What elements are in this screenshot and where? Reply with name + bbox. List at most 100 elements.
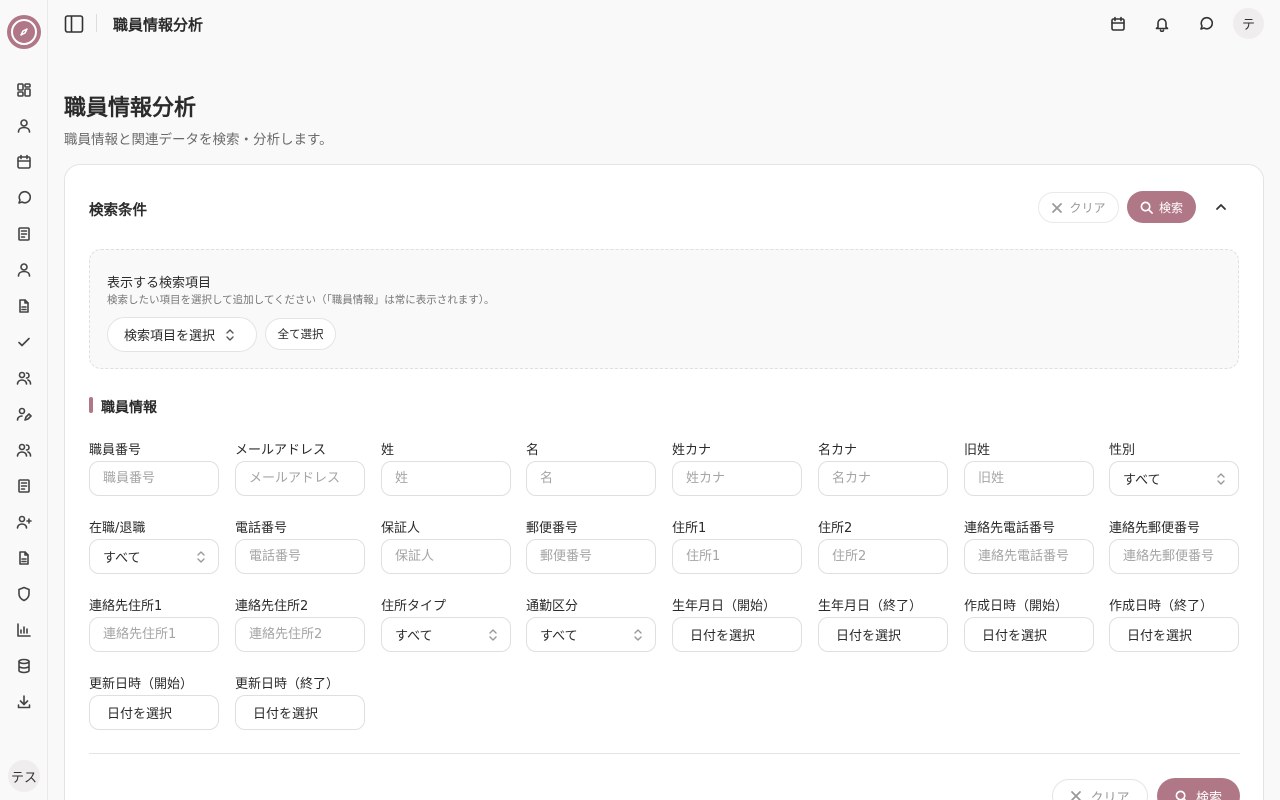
- text-input[interactable]: [672, 461, 802, 496]
- collapse-button[interactable]: [1211, 197, 1231, 217]
- user-icon[interactable]: [14, 116, 34, 136]
- date-picker[interactable]: 日付を選択: [964, 617, 1094, 652]
- sidebar-toggle-icon[interactable]: [64, 14, 84, 34]
- clear-button[interactable]: クリア: [1038, 192, 1119, 223]
- text-input[interactable]: [89, 461, 219, 496]
- user-icon[interactable]: [14, 260, 34, 280]
- search-field: 職員番号: [89, 439, 219, 496]
- page-subtitle: 職員情報と関連データを検索・分析します。: [64, 132, 333, 148]
- field-label: 保証人: [381, 521, 421, 536]
- shield-icon[interactable]: [14, 584, 34, 604]
- chart-icon[interactable]: [14, 620, 34, 640]
- app-logo[interactable]: [7, 15, 41, 49]
- search-field: 更新日時（開始） 日付を選択: [89, 673, 219, 730]
- text-input[interactable]: [235, 617, 365, 652]
- search-button-label: 検索: [1195, 790, 1222, 800]
- display-items-title: 表示する検索項目: [107, 276, 212, 291]
- field-label: 名カナ: [818, 443, 858, 458]
- date-picker[interactable]: 日付を選択: [89, 695, 219, 730]
- field-label: 通勤区分: [526, 599, 579, 614]
- display-items-description: 検索したい項目を選択して追加してください（「職員情報」は常に表示されます）。: [107, 294, 495, 306]
- field-label: 連絡先電話番号: [964, 521, 1056, 536]
- date-picker[interactable]: 日付を選択: [818, 617, 948, 652]
- text-input[interactable]: [235, 539, 365, 574]
- field-label: 連絡先住所1: [89, 599, 163, 614]
- calendar-icon[interactable]: [14, 152, 34, 172]
- clear-button-label: クリア: [1069, 201, 1106, 215]
- field-label: 姓カナ: [672, 443, 712, 458]
- search-button[interactable]: 検索: [1157, 778, 1240, 800]
- user-avatar[interactable]: テ: [1233, 8, 1264, 39]
- compass-icon: [11, 19, 37, 45]
- field-label: 郵便番号: [526, 521, 579, 536]
- bell-icon[interactable]: [1150, 12, 1174, 36]
- page-title: 職員情報分析: [64, 96, 197, 121]
- chevron-up-down-icon: [225, 328, 235, 342]
- select-dropdown[interactable]: すべて: [89, 539, 219, 574]
- check-icon[interactable]: [14, 332, 34, 352]
- field-label: 職員番号: [89, 443, 142, 458]
- users-icon[interactable]: [14, 440, 34, 460]
- select-dropdown[interactable]: すべて: [526, 617, 656, 652]
- field-label: 作成日時（開始）: [964, 599, 1069, 614]
- dashboard-icon[interactable]: [14, 80, 34, 100]
- search-field: 電話番号: [235, 517, 365, 574]
- select-search-items-button[interactable]: 検索項目を選択: [107, 317, 257, 352]
- search-field: 生年月日（終了） 日付を選択: [818, 595, 948, 652]
- search-field: 作成日時（開始） 日付を選択: [964, 595, 1094, 652]
- search-icon: [1140, 201, 1153, 214]
- search-field: 在職/退職すべて: [89, 517, 219, 574]
- select-all-button[interactable]: 全て選択: [265, 318, 336, 350]
- text-input[interactable]: [818, 539, 948, 574]
- date-picker[interactable]: 日付を選択: [235, 695, 365, 730]
- date-picker[interactable]: 日付を選択: [672, 617, 802, 652]
- database-icon[interactable]: [14, 656, 34, 676]
- field-label: 住所2: [818, 521, 853, 536]
- download-icon[interactable]: [14, 692, 34, 712]
- document-icon[interactable]: [14, 224, 34, 244]
- select-dropdown[interactable]: すべて: [1109, 461, 1239, 496]
- chevron-up-icon: [1216, 204, 1226, 210]
- text-input[interactable]: [89, 617, 219, 652]
- message-icon[interactable]: [14, 188, 34, 208]
- search-button[interactable]: 検索: [1127, 191, 1196, 223]
- field-label: 在職/退職: [89, 521, 146, 536]
- search-field: 通勤区分 すべて: [526, 595, 656, 652]
- search-field: 住所2: [818, 517, 948, 574]
- user-edit-icon[interactable]: [14, 404, 34, 424]
- message-icon[interactable]: [1194, 12, 1218, 36]
- text-input[interactable]: [526, 539, 656, 574]
- field-label: 連絡先住所2: [235, 599, 309, 614]
- search-icon: [1175, 790, 1187, 800]
- date-picker[interactable]: 日付を選択: [1109, 617, 1239, 652]
- text-input[interactable]: [672, 539, 802, 574]
- document-icon[interactable]: [14, 476, 34, 496]
- calendar-icon[interactable]: [1106, 12, 1130, 36]
- text-input[interactable]: [818, 461, 948, 496]
- text-input[interactable]: [526, 461, 656, 496]
- sidebar: テス: [0, 0, 48, 800]
- field-label: 作成日時（終了）: [1109, 599, 1214, 614]
- clear-button[interactable]: クリア: [1052, 779, 1148, 800]
- file-icon[interactable]: [14, 296, 34, 316]
- search-field: メールアドレス: [235, 439, 365, 496]
- user-plus-icon[interactable]: [14, 512, 34, 532]
- field-label: 姓: [381, 443, 395, 458]
- user-avatar[interactable]: テス: [8, 760, 40, 792]
- select-value: すべて: [1123, 473, 1161, 488]
- search-field: 名カナ: [818, 439, 948, 496]
- search-field: 名: [526, 439, 656, 496]
- close-icon: [1071, 791, 1082, 800]
- display-items-panel: 表示する検索項目 検索したい項目を選択して追加してください（「職員情報」は常に表…: [89, 249, 1239, 369]
- field-label: 生年月日（開始）: [672, 599, 777, 614]
- search-field: 連絡先電話番号: [964, 517, 1094, 574]
- text-input[interactable]: [381, 461, 511, 496]
- text-input[interactable]: [964, 461, 1094, 496]
- file-icon[interactable]: [14, 548, 34, 568]
- select-dropdown[interactable]: すべて: [381, 617, 511, 652]
- text-input[interactable]: [235, 461, 365, 496]
- text-input[interactable]: [964, 539, 1094, 574]
- text-input[interactable]: [1109, 539, 1239, 574]
- text-input[interactable]: [381, 539, 511, 574]
- users-icon[interactable]: [14, 368, 34, 388]
